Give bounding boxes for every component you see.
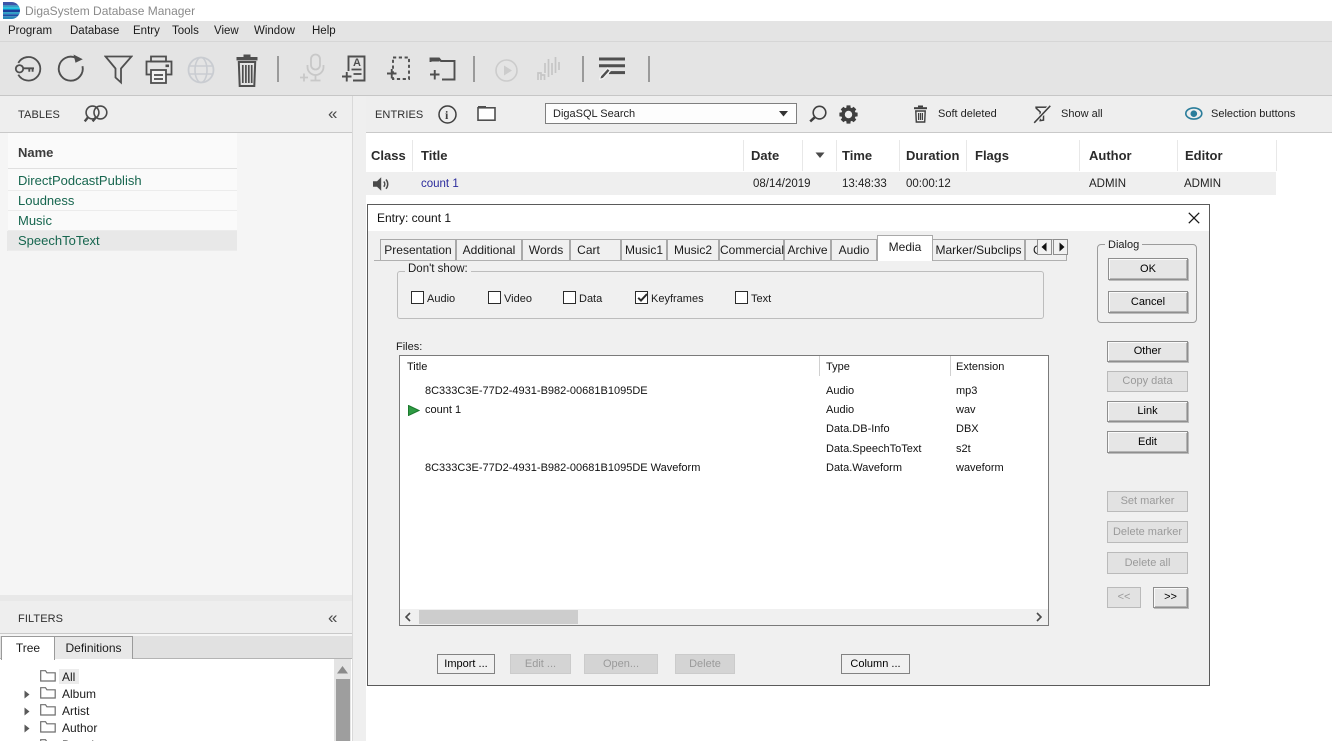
svg-text:i: i — [445, 108, 449, 122]
svg-text:A: A — [353, 57, 361, 69]
